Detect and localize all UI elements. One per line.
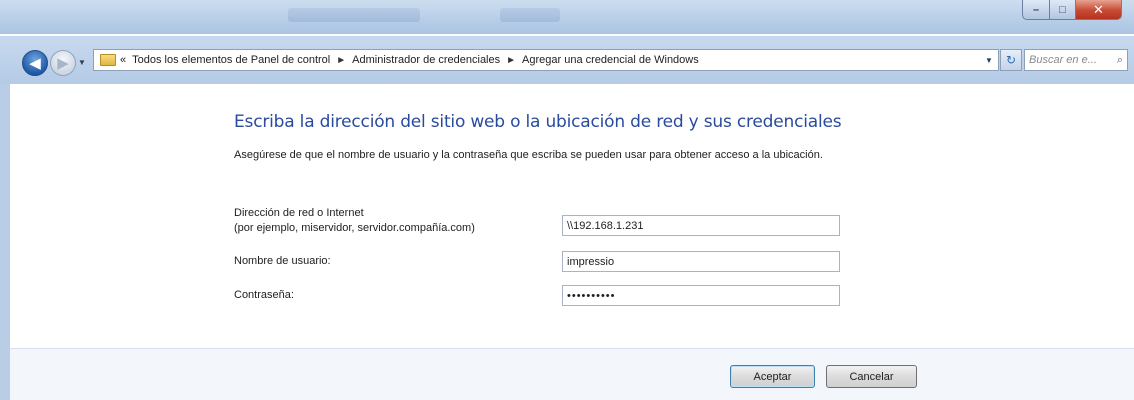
address-bar[interactable]: « Todos los elementos de Panel de contro… [93, 49, 999, 71]
arrow-left-icon: ◀ [29, 55, 41, 72]
page-description: Asegúrese de que el nombre de usuario y … [234, 149, 823, 161]
window-title-blur [500, 8, 560, 22]
refresh-button[interactable]: ↻ [1000, 49, 1022, 71]
breadcrumb-item[interactable]: Administrador de credenciales [352, 54, 500, 66]
search-placeholder: Buscar en e... [1029, 54, 1097, 66]
username-field[interactable]: impressio [562, 251, 840, 272]
ok-button[interactable]: Aceptar [730, 365, 815, 388]
close-button[interactable]: ✕ [1076, 0, 1122, 20]
address-hint: (por ejemplo, miservidor, servidor.compa… [234, 222, 475, 234]
breadcrumb-overflow[interactable]: « [120, 54, 126, 66]
chevron-down-icon: ▼ [78, 58, 86, 67]
minimize-button[interactable]: – [1022, 0, 1050, 20]
back-button[interactable]: ◀ [22, 50, 48, 76]
address-dropdown-button[interactable]: ▼ [980, 50, 998, 70]
username-label: Nombre de usuario: [234, 255, 331, 267]
address-field[interactable]: \\192.168.1.231 [562, 215, 840, 236]
breadcrumb-separator-icon[interactable]: ► [336, 55, 346, 66]
cancel-button[interactable]: Cancelar [826, 365, 917, 388]
breadcrumb-item[interactable]: Todos los elementos de Panel de control [132, 54, 330, 66]
window-controls: – □ ✕ [1022, 0, 1122, 22]
window-title-blur [288, 8, 420, 22]
breadcrumb-item[interactable]: Agregar una credencial de Windows [522, 54, 699, 66]
recent-pages-dropdown[interactable]: ▼ [78, 58, 88, 68]
arrow-right-icon: ▶ [57, 55, 69, 72]
forward-button[interactable]: ▶ [50, 50, 76, 76]
refresh-icon: ↻ [1005, 53, 1017, 67]
maximize-button[interactable]: □ [1050, 0, 1076, 20]
password-label: Contraseña: [234, 289, 294, 301]
chevron-down-icon: ▼ [985, 55, 993, 65]
breadcrumb-separator-icon[interactable]: ► [506, 55, 516, 66]
password-field[interactable]: •••••••••• [562, 285, 840, 306]
page-title: Escriba la dirección del sitio web o la … [234, 112, 842, 132]
search-input[interactable]: Buscar en e... ⌕ [1024, 49, 1128, 71]
address-label: Dirección de red o Internet [234, 207, 364, 219]
dialog-footer [10, 349, 1134, 400]
window-titlebar: – □ ✕ [0, 0, 1134, 34]
control-panel-icon [100, 54, 116, 66]
search-icon[interactable]: ⌕ [1117, 54, 1123, 67]
